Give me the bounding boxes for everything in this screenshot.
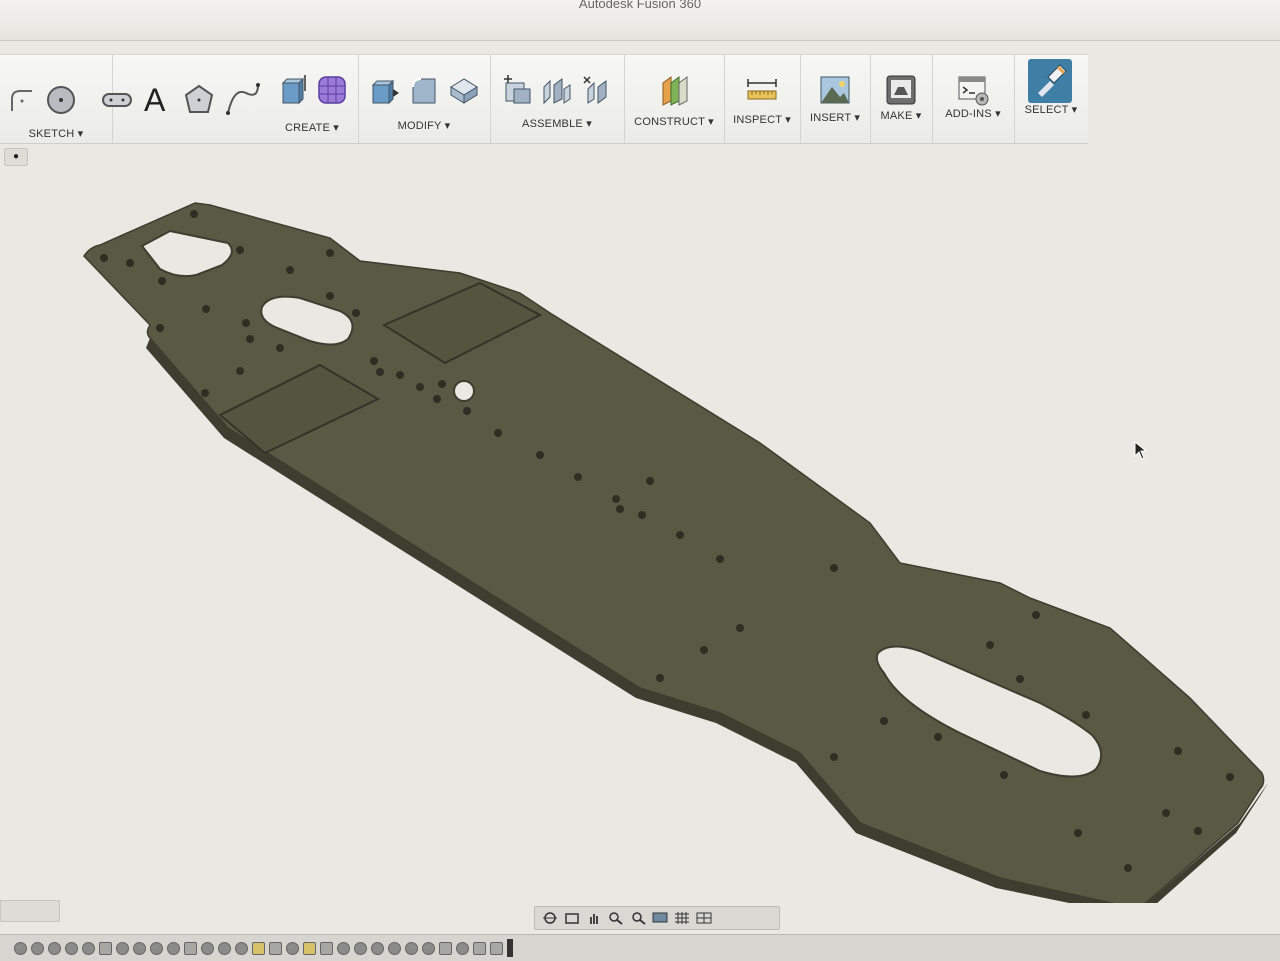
timeline-feature-icon[interactable] <box>388 941 401 955</box>
timeline-feature-icon[interactable] <box>116 941 129 955</box>
slot-icon[interactable] <box>100 83 134 122</box>
timeline-feature-icon[interactable] <box>439 941 452 955</box>
timeline-feature-icon[interactable] <box>201 941 214 955</box>
polygon-icon[interactable] <box>182 83 216 122</box>
measure-icon[interactable] <box>745 73 779 107</box>
joint-icon[interactable] <box>540 73 574 107</box>
timeline-feature-icon[interactable] <box>167 941 180 955</box>
timeline-marker[interactable] <box>507 939 513 957</box>
fillet-sketch-icon[interactable] <box>4 83 38 117</box>
comments-panel-toggle[interactable] <box>0 900 60 922</box>
text-icon[interactable]: A <box>140 81 176 122</box>
make-group[interactable]: MAKE ▾ <box>870 55 933 143</box>
timeline-feature-icon[interactable] <box>82 941 95 955</box>
make-menu[interactable]: MAKE ▾ <box>870 109 932 122</box>
sketch-menu[interactable]: SKETCH ▾ <box>0 127 112 140</box>
window-title: Autodesk Fusion 360 <box>578 0 702 11</box>
insert-image-icon[interactable] <box>818 73 852 107</box>
window-titlebar: Autodesk Fusion 360 <box>0 0 1280 41</box>
insert-group[interactable]: INSERT ▾ <box>800 55 871 143</box>
timeline-feature-icon[interactable] <box>31 941 44 955</box>
timeline-feature-icon[interactable] <box>99 941 112 955</box>
timeline-feature-icon[interactable] <box>14 941 27 955</box>
addins-group[interactable]: ADD-INS ▾ <box>932 55 1015 143</box>
timeline-feature-icon[interactable] <box>218 941 231 955</box>
design-timeline[interactable] <box>0 934 1280 961</box>
timeline-feature-icon[interactable] <box>405 941 418 955</box>
display-settings-icon[interactable] <box>651 911 669 925</box>
timeline-feature-icon[interactable] <box>354 941 367 955</box>
addins-menu[interactable]: ADD-INS ▾ <box>932 107 1014 120</box>
timeline-feature-icon[interactable] <box>65 941 78 955</box>
navigation-bar <box>534 906 780 930</box>
svg-text:A: A <box>144 82 166 117</box>
timeline-feature-icon[interactable] <box>184 941 197 955</box>
create-menu[interactable]: CREATE ▾ <box>266 121 358 134</box>
timeline-feature-icon[interactable] <box>150 941 163 955</box>
press-pull-icon[interactable] <box>367 73 401 107</box>
timeline-feature-icon[interactable] <box>456 941 469 955</box>
timeline-feature-icon[interactable] <box>371 941 384 955</box>
timeline-feature-icon[interactable] <box>337 941 350 955</box>
create-group[interactable]: CREATE ▾ <box>266 55 359 143</box>
3d-viewport[interactable] <box>0 143 1280 903</box>
assemble-menu[interactable]: ASSEMBLE ▾ <box>490 117 624 130</box>
form-icon[interactable] <box>315 73 349 107</box>
assemble-group[interactable]: ASSEMBLE ▾ <box>490 55 625 143</box>
fillet-icon[interactable] <box>407 73 441 107</box>
select-group[interactable]: SELECT ▾ <box>1014 55 1088 143</box>
grid-settings-icon[interactable] <box>673 911 691 925</box>
timeline-feature-icon[interactable] <box>133 941 146 955</box>
construct-menu[interactable]: CONSTRUCT ▾ <box>624 115 724 128</box>
viewports-icon[interactable] <box>695 911 713 925</box>
timeline-feature-icon[interactable] <box>422 941 435 955</box>
new-component-icon[interactable] <box>500 73 534 107</box>
timeline-feature-icon[interactable] <box>235 941 248 955</box>
timeline-feature-icon[interactable] <box>473 941 486 955</box>
timeline-feature-icon[interactable] <box>269 941 282 955</box>
look-at-icon[interactable] <box>563 911 581 925</box>
inspect-group[interactable]: INSPECT ▾ <box>724 55 801 143</box>
timeline-feature-icon[interactable] <box>286 941 299 955</box>
3d-print-icon[interactable] <box>884 73 918 107</box>
timeline-feature-icon[interactable] <box>320 941 333 955</box>
timeline-sketch-icon[interactable] <box>252 941 265 955</box>
circle-icon[interactable] <box>44 83 78 117</box>
timeline-sketch-icon[interactable] <box>303 941 316 955</box>
timeline-feature-icon[interactable] <box>490 941 503 955</box>
chassis-plate[interactable] <box>83 202 1268 903</box>
spline-icon[interactable] <box>224 81 262 122</box>
sketch-group[interactable]: SKETCH ▾ <box>0 55 113 143</box>
extrude-icon[interactable] <box>275 73 309 107</box>
as-built-joint-icon[interactable] <box>580 73 614 107</box>
modify-menu[interactable]: MODIFY ▾ <box>358 119 490 132</box>
scripts-icon[interactable] <box>956 73 990 107</box>
modify-group[interactable]: MODIFY ▾ <box>358 55 491 143</box>
mouse-cursor-icon <box>1134 441 1148 460</box>
timeline-feature-icon[interactable] <box>48 941 61 955</box>
select-menu[interactable]: SELECT ▾ <box>1014 103 1088 116</box>
orbit-icon[interactable] <box>541 911 559 925</box>
zoom-icon[interactable] <box>607 911 625 925</box>
toolbar: SKETCH ▾ A CREATE ▾ MODIFY ▾ ASSEMBLE ▾ … <box>0 54 1088 144</box>
shell-icon[interactable] <box>447 73 481 107</box>
select-icon[interactable] <box>1028 59 1072 103</box>
fit-icon[interactable] <box>629 911 647 925</box>
insert-menu[interactable]: INSERT ▾ <box>800 111 870 124</box>
inspect-menu[interactable]: INSPECT ▾ <box>724 113 800 126</box>
construct-group[interactable]: CONSTRUCT ▾ <box>624 55 725 143</box>
offset-plane-icon[interactable] <box>657 73 691 107</box>
pan-icon[interactable] <box>585 911 603 925</box>
